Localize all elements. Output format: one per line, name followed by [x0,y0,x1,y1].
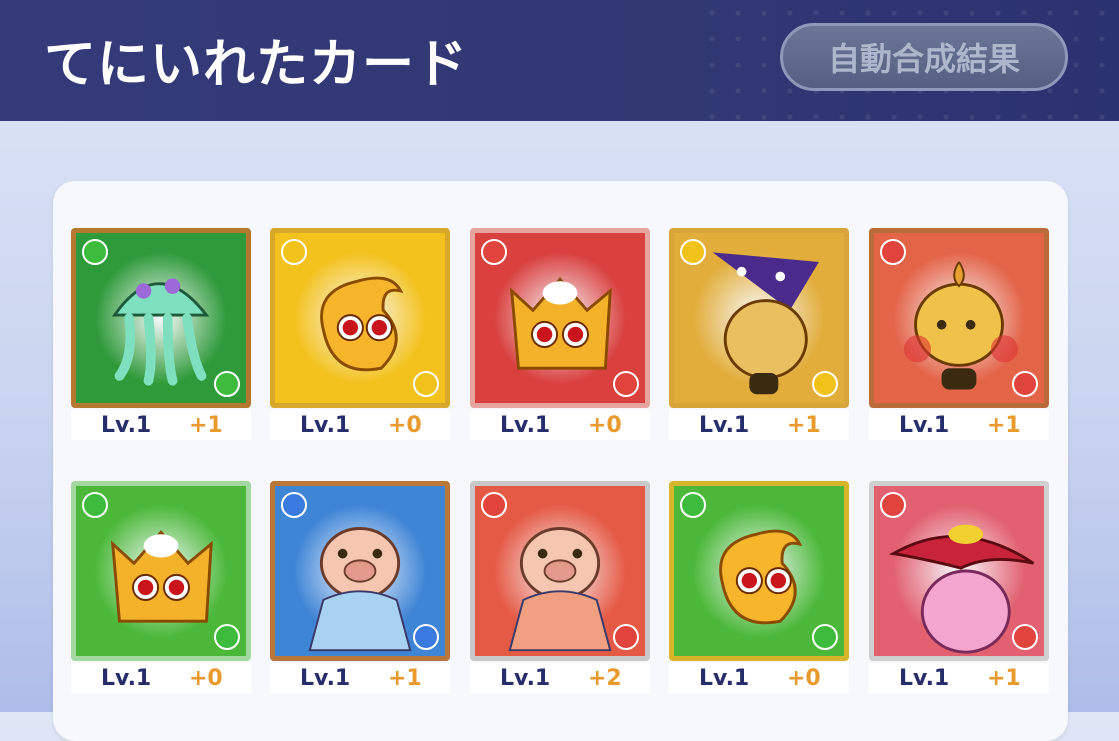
card-level: Lv.1 [101,665,152,691]
card-plus-value: +0 [189,665,223,691]
card-level: Lv.1 [899,412,950,438]
card-info: Lv.1 +2 [470,663,650,693]
card-art [270,481,450,661]
puyo-color-icon [413,371,439,397]
card-info: Lv.1 +1 [869,410,1049,440]
card-art [71,228,251,408]
card-level: Lv.1 [500,412,551,438]
card-plus-value: +2 [588,665,622,691]
attribute-icon [281,239,307,265]
puyo-color-icon [812,371,838,397]
attribute-icon [680,492,706,518]
attribute-icon [82,492,108,518]
page-title: てにいれたカード [44,35,469,95]
blue-pig-card[interactable]: Lv.1 +1 [270,481,450,693]
card-art [71,481,251,661]
card-plus-value: +0 [787,665,821,691]
attribute-icon [481,492,507,518]
auto-merge-result-button[interactable]: 自動合成結果 [780,23,1068,91]
card-art [869,481,1049,661]
card-art [869,228,1049,408]
puyo-color-icon [1012,624,1038,650]
card-info: Lv.1 +0 [470,410,650,440]
card-plus-value: +1 [787,412,821,438]
card-art [669,481,849,661]
card-info: Lv.1 +1 [71,410,251,440]
card-art [669,228,849,408]
puyo-color-icon [613,624,639,650]
card-info: Lv.1 +1 [270,663,450,693]
green-crown-card[interactable]: Lv.1 +0 [71,481,251,693]
puyo-color-icon [214,371,240,397]
card-level: Lv.1 [500,665,551,691]
onion-bee-card[interactable]: Lv.1 +1 [869,228,1049,440]
card-art [470,228,650,408]
attribute-icon [481,239,507,265]
puyo-color-icon [812,624,838,650]
card-plus-value: +1 [987,665,1021,691]
pink-hat-card[interactable]: Lv.1 +1 [869,481,1049,693]
card-info: Lv.1 +0 [270,410,450,440]
card-info: Lv.1 +0 [669,663,849,693]
puyo-color-icon [214,624,240,650]
card-level: Lv.1 [699,665,750,691]
attribute-icon [880,492,906,518]
card-info: Lv.1 +1 [669,410,849,440]
card-level: Lv.1 [101,412,152,438]
card-level: Lv.1 [899,665,950,691]
card-plus-value: +0 [388,412,422,438]
card-level: Lv.1 [300,665,351,691]
card-plus-value: +0 [588,412,622,438]
attribute-icon [680,239,706,265]
card-art [270,228,450,408]
card-level: Lv.1 [300,412,351,438]
card-info: Lv.1 +0 [71,663,251,693]
card-art [470,481,650,661]
red-pig-card[interactable]: Lv.1 +2 [470,481,650,693]
red-crown-card[interactable]: Lv.1 +0 [470,228,650,440]
attribute-icon [880,239,906,265]
header-bar: てにいれたカード 自動合成結果 [0,0,1119,121]
card-plus-value: +1 [987,412,1021,438]
yellow-puyo-card[interactable]: Lv.1 +0 [270,228,450,440]
puyo-color-icon [613,371,639,397]
green-puyo-card[interactable]: Lv.1 +0 [669,481,849,693]
card-level: Lv.1 [699,412,750,438]
puyo-color-icon [1012,371,1038,397]
attribute-icon [281,492,307,518]
puyo-color-icon [413,624,439,650]
card-panel: Lv.1 +1 Lv.1 +0 Lv.1 +0 Lv.1 +1 Lv.1 +1 … [53,181,1068,741]
card-plus-value: +1 [189,412,223,438]
card-plus-value: +1 [388,665,422,691]
card-info: Lv.1 +1 [869,663,1049,693]
onion-witch-card[interactable]: Lv.1 +1 [669,228,849,440]
attribute-icon [82,239,108,265]
jellyfish-card[interactable]: Lv.1 +1 [71,228,251,440]
